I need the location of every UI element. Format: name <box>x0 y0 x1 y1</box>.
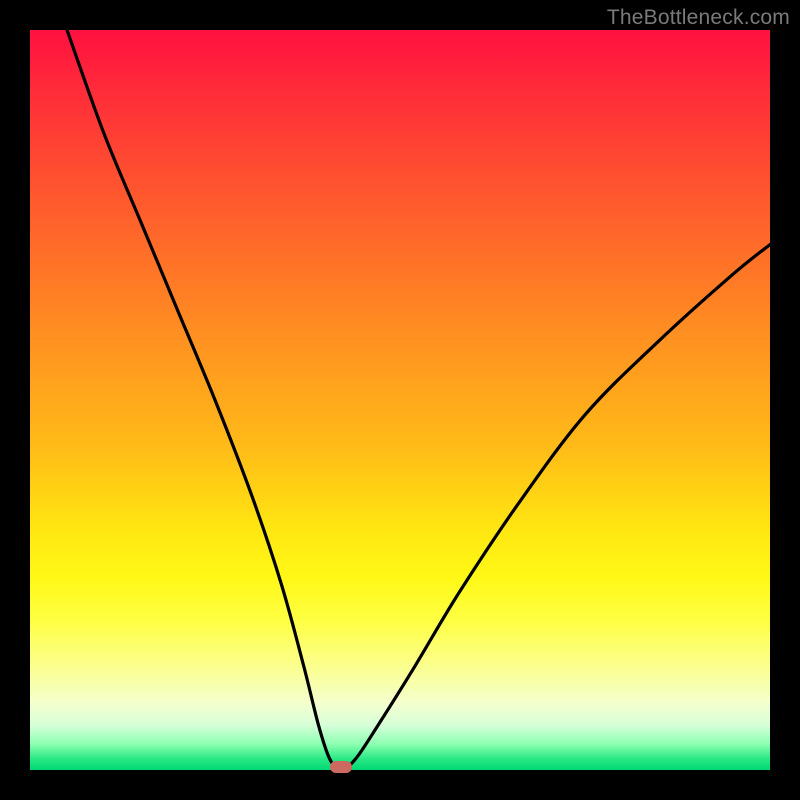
minimum-marker <box>330 761 352 773</box>
chart-frame: TheBottleneck.com <box>0 0 800 800</box>
bottleneck-curve <box>30 30 770 770</box>
plot-area <box>30 30 770 770</box>
watermark-text: TheBottleneck.com <box>607 6 790 30</box>
